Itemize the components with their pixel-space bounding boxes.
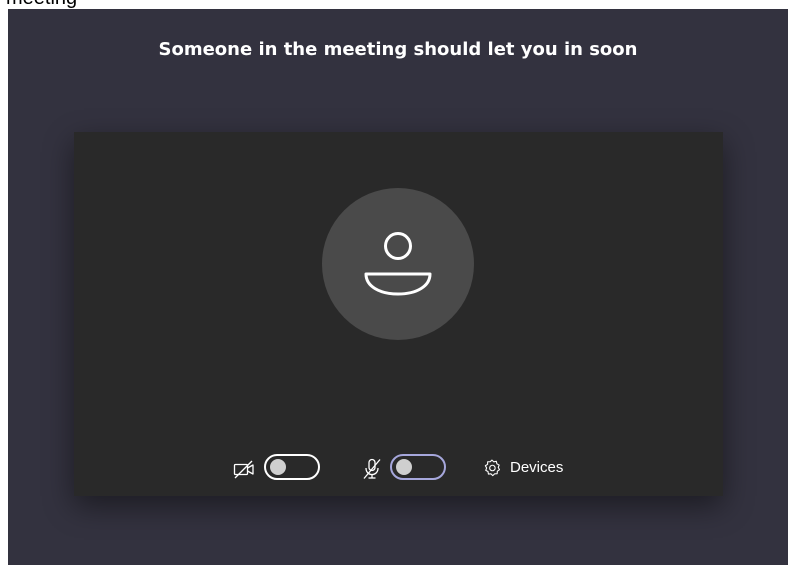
screen: meeting Someone in the meeting should le… <box>0 0 788 565</box>
device-controls: Devices <box>74 450 723 486</box>
avatar <box>322 188 474 340</box>
video-preview: Devices <box>74 132 723 496</box>
clipped-page-text: meeting <box>6 0 77 9</box>
camera-toggle[interactable] <box>264 454 320 480</box>
gear-icon <box>484 459 501 477</box>
mic-off-icon <box>363 458 381 479</box>
camera-toggle-knob <box>270 459 286 475</box>
camera-off-icon <box>233 460 254 479</box>
microphone-toggle[interactable] <box>390 454 446 480</box>
devices-button[interactable]: Devices <box>482 454 563 482</box>
lobby-title: Someone in the meeting should let you in… <box>158 39 638 60</box>
page-above-strip: meeting <box>0 0 788 9</box>
microphone-toggle-knob <box>396 459 412 475</box>
person-icon <box>364 232 432 296</box>
meeting-lobby: Someone in the meeting should let you in… <box>8 9 788 565</box>
devices-label: Devices <box>510 459 564 476</box>
